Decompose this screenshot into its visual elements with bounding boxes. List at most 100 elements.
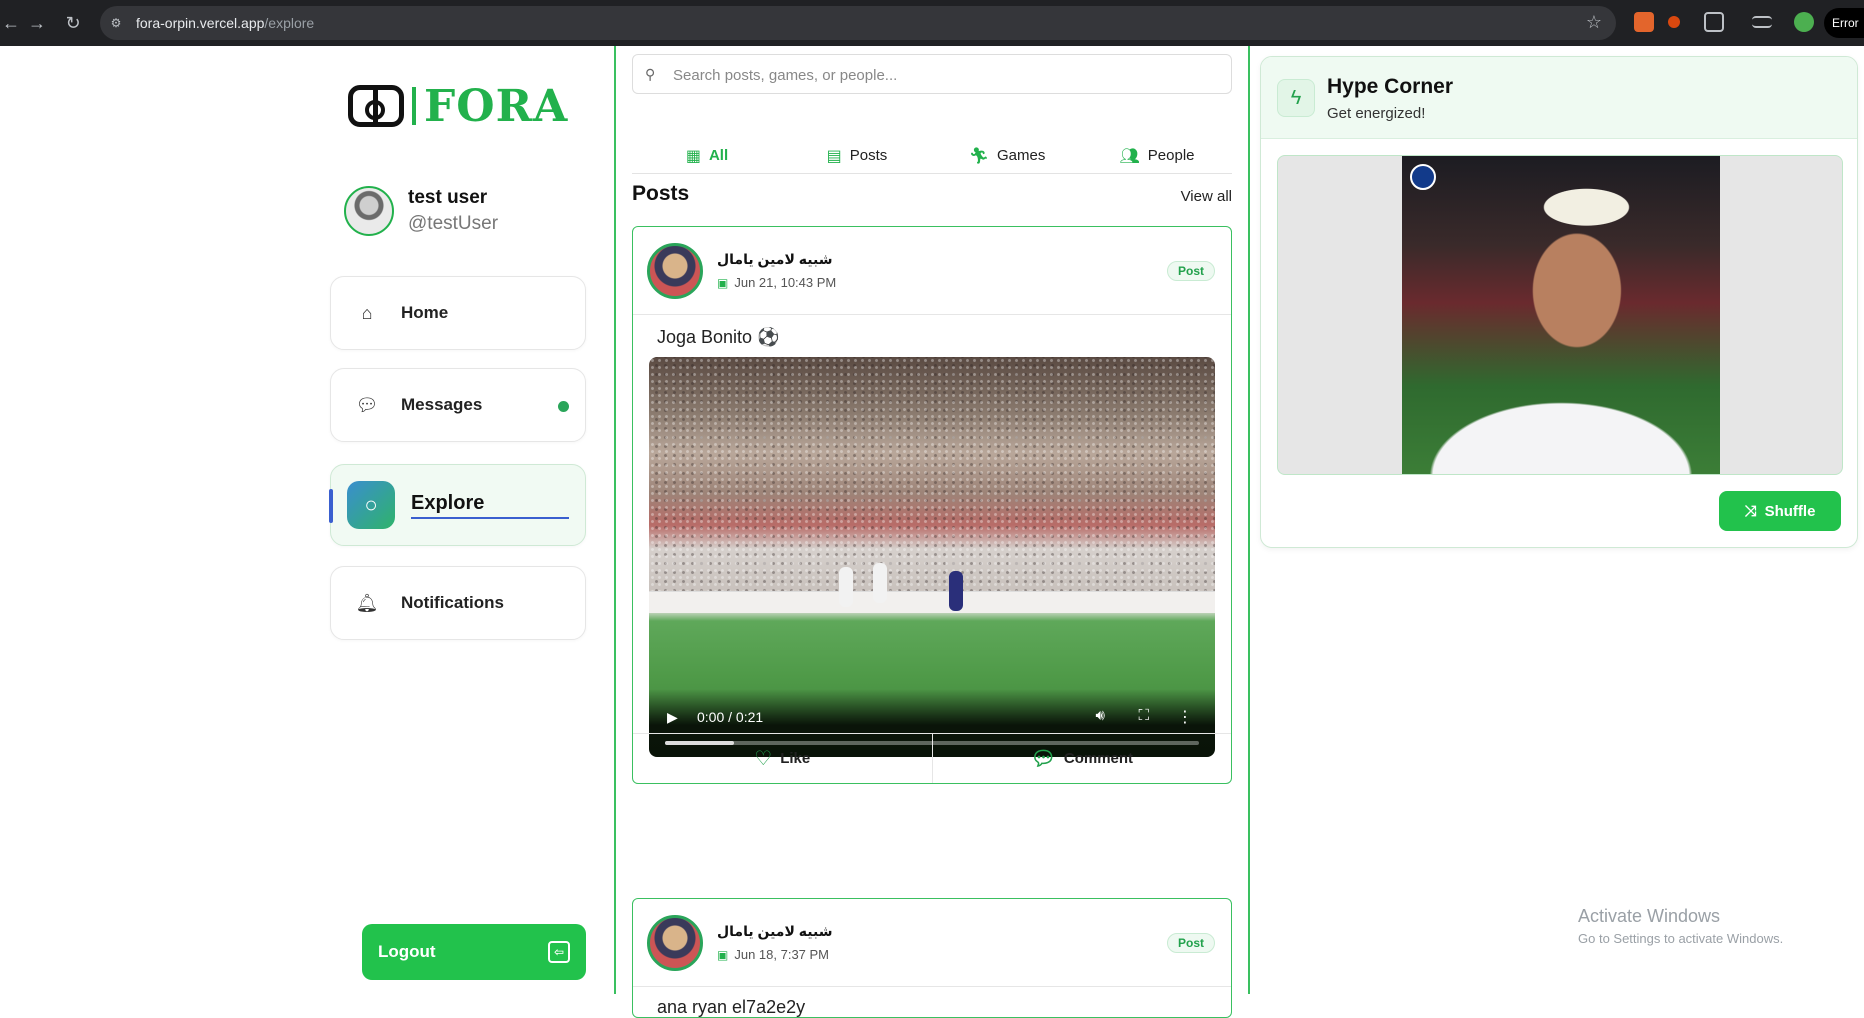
- tab-all[interactable]: ▦ All: [632, 138, 782, 173]
- user-profile[interactable]: test user @testUser: [344, 186, 498, 236]
- post-text: ana ryan el7a2e2y: [657, 997, 806, 1017]
- back-icon[interactable]: ←: [0, 12, 22, 34]
- sidebar-item-home[interactable]: ⌂ Home: [330, 276, 586, 350]
- tab-label: All: [708, 147, 729, 164]
- windows-activation-watermark: Activate Windows Go to Settings to activ…: [1578, 906, 1783, 946]
- video-frame-player: [839, 567, 853, 607]
- view-all-link[interactable]: View all: [1181, 188, 1232, 205]
- logout-label: Logout: [378, 942, 436, 961]
- grid-icon: ▦: [685, 147, 701, 165]
- avatar[interactable]: [647, 243, 703, 299]
- section-title: Posts: [632, 182, 690, 205]
- player-icon: 🏃︎: [968, 147, 989, 165]
- post-text: Joga Bonito ⚽: [657, 327, 780, 347]
- profile-name: test user: [408, 187, 488, 208]
- video-frame: [649, 357, 1215, 605]
- video-frame-board: [649, 591, 1215, 613]
- video-player[interactable]: ▶ 0:00 / 0:21 🔊︎ ⛶ ⋮: [649, 357, 1215, 757]
- tab-label: Posts: [849, 147, 888, 164]
- extensions-puzzle-icon[interactable]: [1704, 12, 1724, 32]
- address-bar[interactable]: ⚙ fora-orpin.vercel.app/explore ☆: [100, 6, 1616, 40]
- media-control-icon[interactable]: [1752, 16, 1772, 28]
- profile-avatar-icon[interactable]: [1794, 12, 1814, 32]
- tab-label: People: [1147, 147, 1195, 164]
- shuffle-button[interactable]: ⤨ Shuffle: [1719, 491, 1841, 531]
- sidebar-item-notifications[interactable]: 🔔︎ Notifications: [330, 566, 586, 640]
- explore-tabs: ▦ All ▤ Posts 🏃︎ Games 👥︎ People: [632, 138, 1232, 174]
- post-card[interactable]: شبيه لامين يامال ▣ Jun 21, 10:43 PM Post…: [632, 226, 1232, 784]
- tab-people[interactable]: 👥︎ People: [1082, 138, 1232, 173]
- comment-icon: 💬︎: [1030, 748, 1056, 770]
- post-badge: Post: [1166, 933, 1215, 953]
- logout-icon: ⇦: [548, 941, 570, 963]
- pitch-icon: [348, 85, 404, 127]
- like-label: Like: [780, 750, 811, 767]
- logo-text: FORA: [424, 80, 569, 132]
- post-actions: ♡ Like 💬︎ Comment: [633, 733, 1231, 783]
- post-date-text: Jun 18, 7:37 PM: [734, 947, 830, 962]
- shuffle-icon: ⤨: [1744, 502, 1757, 520]
- search-icon: ⚲: [645, 66, 656, 82]
- post-card[interactable]: شبيه لامين يامال ▣ Jun 18, 7:37 PM Post …: [632, 898, 1232, 1018]
- home-icon: ⌂: [361, 303, 373, 323]
- extension-icon[interactable]: [1668, 16, 1680, 28]
- bookmark-star-icon[interactable]: ☆: [1586, 12, 1602, 33]
- hype-title: Hype Corner: [1327, 75, 1454, 98]
- bell-icon: 🔔︎: [355, 593, 379, 613]
- search-bar[interactable]: ⚲: [632, 54, 1232, 94]
- sidebar-item-label: Notifications: [401, 593, 504, 612]
- extension-icon[interactable]: [1634, 12, 1654, 32]
- hype-corner: ϟ Hype Corner Get energized! ⤨ Shuffle: [1260, 56, 1858, 548]
- post-badge: Post: [1166, 261, 1215, 281]
- hype-image: [1402, 156, 1720, 474]
- posts-icon: ▤: [826, 147, 842, 165]
- like-button[interactable]: ♡ Like: [633, 734, 932, 783]
- search-icon: ○: [347, 481, 395, 529]
- error-badge[interactable]: Error: [1824, 8, 1864, 38]
- avatar[interactable]: [647, 915, 703, 971]
- hype-subtitle: Get energized!: [1327, 105, 1426, 122]
- site-info-icon[interactable]: ⚙: [108, 15, 124, 31]
- post-date: ▣ Jun 21, 10:43 PM: [717, 275, 836, 290]
- video-frame-player: [949, 571, 963, 611]
- logout-button[interactable]: Logout ⇦: [362, 924, 586, 980]
- comment-label: Comment: [1063, 750, 1134, 767]
- reload-icon[interactable]: ↻: [62, 12, 84, 34]
- post-author[interactable]: شبيه لامين يامال: [717, 251, 832, 268]
- forward-icon[interactable]: →: [26, 12, 48, 34]
- video-frame-player: [873, 563, 887, 603]
- sidebar-item-messages[interactable]: 💬︎ Messages: [330, 368, 586, 442]
- more-options-icon[interactable]: ⋮: [1177, 707, 1193, 727]
- sidebar-item-label: Home: [401, 303, 449, 322]
- calendar-icon: ▣: [717, 275, 729, 290]
- comment-button[interactable]: 💬︎ Comment: [931, 734, 1232, 783]
- shuffle-label: Shuffle: [1764, 502, 1816, 520]
- lightning-icon: ϟ: [1277, 79, 1315, 117]
- sidebar-item-explore[interactable]: ○ Explore: [329, 464, 586, 546]
- fora-logo[interactable]: FORA: [348, 81, 568, 132]
- hype-media[interactable]: [1277, 155, 1843, 475]
- post-date-text: Jun 21, 10:43 PM: [734, 275, 837, 290]
- avatar[interactable]: [344, 186, 394, 236]
- play-icon[interactable]: ▶: [667, 709, 678, 726]
- heart-icon: ♡: [754, 748, 773, 770]
- video-time: 0:00 / 0:21: [697, 709, 764, 725]
- volume-icon[interactable]: 🔊︎: [1096, 707, 1105, 724]
- post-author[interactable]: شبيه لامين يامال: [717, 923, 832, 940]
- message-icon: 💬︎: [355, 395, 379, 415]
- post-date: ▣ Jun 18, 7:37 PM: [717, 947, 829, 962]
- watermark-line: Activate Windows: [1578, 906, 1721, 926]
- tab-posts[interactable]: ▤ Posts: [782, 138, 932, 173]
- logo-divider: [412, 87, 416, 125]
- tab-label: Games: [996, 147, 1046, 164]
- sidebar-item-label: Messages: [401, 395, 483, 414]
- fullscreen-icon[interactable]: ⛶: [1138, 707, 1149, 724]
- unread-dot: [558, 401, 569, 412]
- url-text: fora-orpin.vercel.app/explore: [136, 15, 315, 31]
- sidebar-item-label: Explore: [411, 492, 569, 519]
- people-icon: 👥︎: [1119, 147, 1140, 165]
- hype-header: ϟ Hype Corner Get energized!: [1261, 57, 1857, 139]
- search-input[interactable]: [673, 63, 1213, 87]
- tab-games[interactable]: 🏃︎ Games: [932, 138, 1082, 173]
- explore-feed[interactable]: ⚲ ▦ All ▤ Posts 🏃︎ Games 👥︎ People Posts…: [614, 46, 1250, 1018]
